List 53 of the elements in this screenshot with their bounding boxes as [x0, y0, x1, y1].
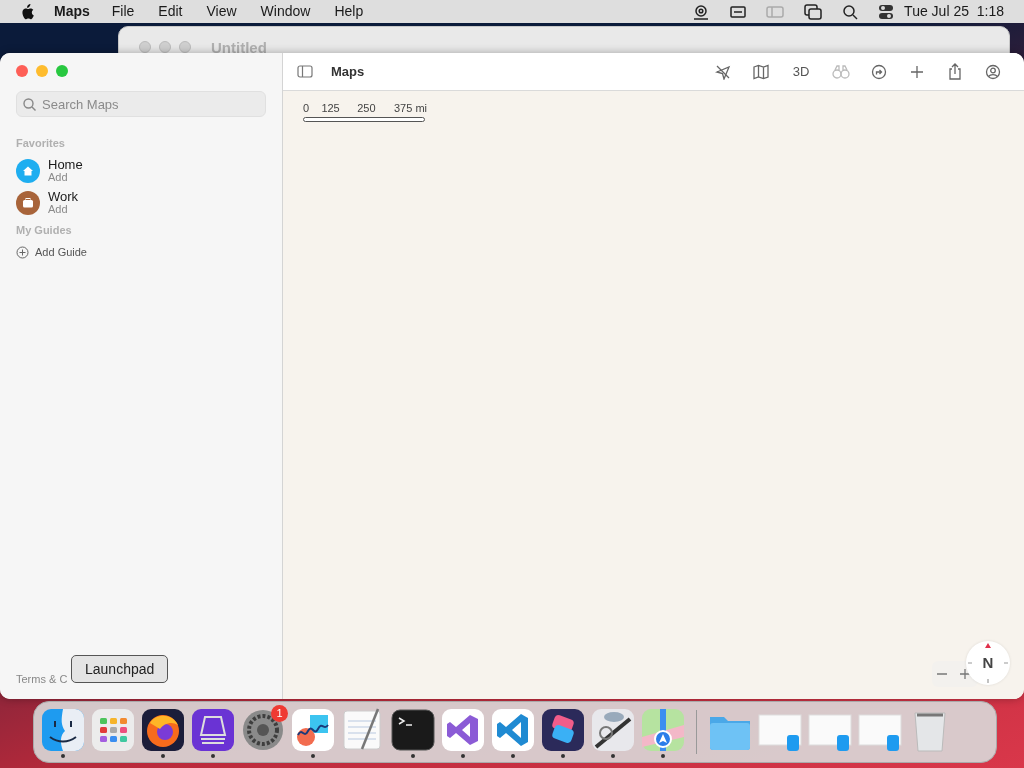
- scale-label: 125: [321, 101, 341, 115]
- map-icon[interactable]: [753, 63, 769, 80]
- menu-app-name[interactable]: Maps: [54, 1, 90, 22]
- menu-item[interactable]: File: [111, 1, 135, 22]
- compass-ticks-icon: [966, 641, 1010, 685]
- drive-icon[interactable]: [190, 706, 236, 753]
- menu-item[interactable]: Help: [334, 1, 364, 22]
- fox-globe-icon[interactable]: [140, 706, 186, 753]
- windows-icon[interactable]: [804, 3, 823, 20]
- search-icon[interactable]: [842, 3, 859, 20]
- add-guide-button[interactable]: Add Guide: [16, 244, 266, 261]
- place-title[interactable]: Work: [48, 189, 79, 203]
- card-icon[interactable]: [730, 4, 747, 19]
- scribble-icon[interactable]: [290, 706, 336, 753]
- tooltip: Launchpad: [71, 655, 169, 683]
- section-heading: My Guides: [16, 222, 73, 238]
- ribbon-icon[interactable]: [440, 706, 486, 753]
- search-icon: [23, 98, 36, 111]
- zoom-in-icon[interactable]: [958, 668, 971, 680]
- section-heading: Favorites: [16, 136, 66, 151]
- menu-item[interactable]: View: [206, 1, 237, 22]
- menu-item[interactable]: Window: [260, 1, 311, 22]
- apple-logo-icon[interactable]: [20, 3, 34, 20]
- terminal-icon[interactable]: [390, 706, 436, 753]
- layered-shapes-icon[interactable]: [540, 706, 586, 753]
- notification-badge: 1: [271, 704, 288, 722]
- toolbar-title: Maps: [331, 62, 365, 81]
- close-button[interactable]: [16, 65, 28, 77]
- place-subtitle: Add: [48, 170, 69, 184]
- scale-label: 375 mi: [393, 101, 427, 115]
- place-subtitle: Add: [48, 202, 69, 216]
- menu-item[interactable]: Edit: [158, 1, 183, 22]
- briefcase-icon[interactable]: [16, 190, 40, 215]
- account-icon[interactable]: [985, 63, 1001, 80]
- home-icon[interactable]: [16, 158, 40, 183]
- directions-icon[interactable]: [871, 63, 887, 80]
- window-title: Untitled: [211, 41, 267, 54]
- sidebar-toggle-icon[interactable]: [297, 65, 313, 78]
- scale-label: 0: [303, 101, 311, 115]
- place-title[interactable]: Home: [48, 157, 83, 171]
- plus-circle-icon: [16, 245, 29, 259]
- compass-button[interactable]: N: [966, 641, 1010, 685]
- 3d-button[interactable]: 3D: [782, 58, 820, 85]
- menu-clock[interactable]: Tue Jul 25 1:18: [904, 1, 1004, 22]
- share-icon[interactable]: [948, 63, 962, 80]
- control-center-icon[interactable]: [878, 3, 895, 20]
- scale-label: 250: [357, 101, 377, 115]
- search-field[interactable]: Search Maps: [16, 91, 266, 117]
- location-off-icon[interactable]: [715, 63, 731, 80]
- code-ribbon-icon[interactable]: [490, 706, 536, 753]
- plus-icon[interactable]: [910, 64, 924, 79]
- map-pin-icon[interactable]: [640, 706, 686, 753]
- face-icon[interactable]: [40, 706, 86, 753]
